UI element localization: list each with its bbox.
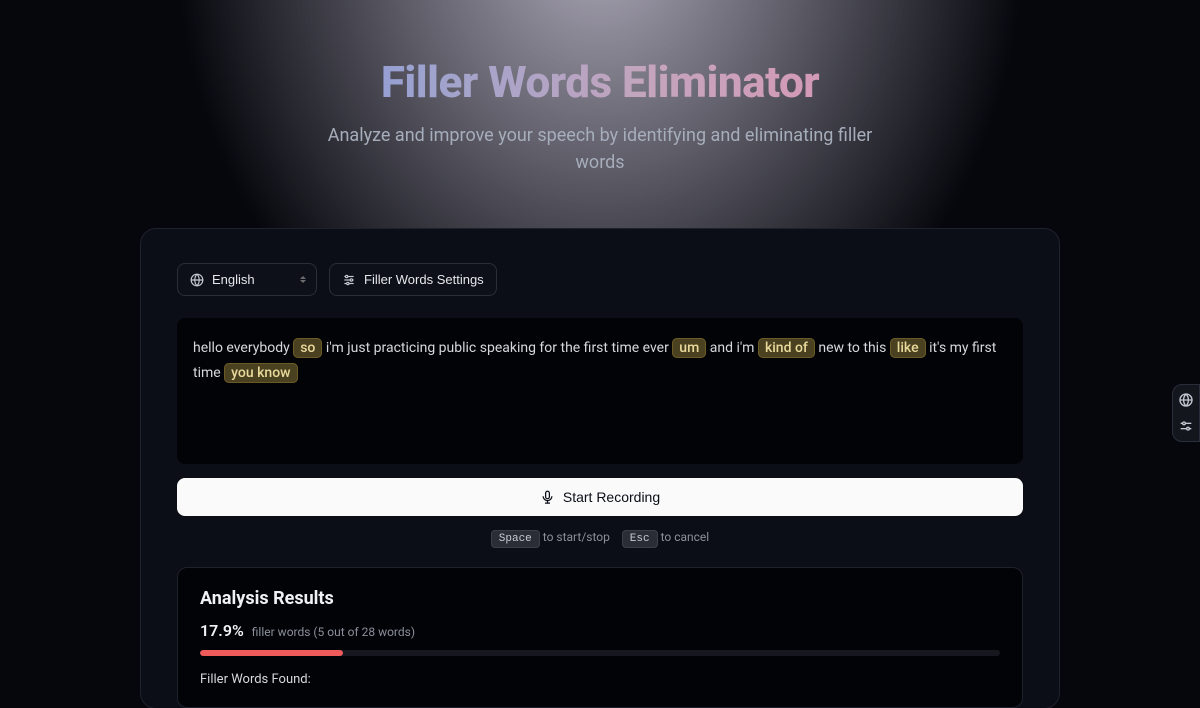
record-label: Start Recording [563, 489, 660, 505]
chevron-up-down-icon [300, 276, 306, 283]
esc-label: to cancel [658, 530, 710, 544]
filler-settings-button[interactable]: Filler Words Settings [329, 263, 497, 296]
transcript-text: hello everybody [193, 340, 293, 356]
globe-tool-button[interactable] [1177, 391, 1195, 409]
filler-word: um [672, 338, 706, 358]
filler-word: so [293, 338, 322, 358]
progress-bar [200, 650, 1000, 656]
start-recording-button[interactable]: Start Recording [177, 478, 1023, 516]
filler-summary: filler words (5 out of 28 words) [252, 625, 415, 639]
filler-word: kind of [758, 338, 815, 358]
filler-word: like [890, 338, 926, 358]
esc-key: Esc [622, 530, 658, 548]
transcript-text: i'm just practicing public speaking for … [322, 340, 672, 356]
filler-found-label: Filler Words Found: [200, 672, 1000, 687]
page-subtitle: Analyze and improve your speech by ident… [320, 122, 880, 176]
transcript-text: new to this [815, 340, 890, 356]
space-key: Space [491, 530, 540, 548]
sliders-icon [342, 273, 356, 287]
settings-tool-button[interactable] [1177, 417, 1195, 435]
language-icon [190, 273, 204, 287]
transcript-text: and i'm [706, 340, 758, 356]
progress-fill [200, 650, 343, 656]
filler-word: you know [224, 363, 297, 383]
page-title: Filler Words Eliminator [140, 56, 1060, 108]
transcript-area: hello everybody so i'm just practicing p… [177, 318, 1023, 464]
microphone-icon [540, 490, 555, 505]
space-label: to start/stop [540, 530, 610, 544]
main-card: English Filler Words Settings hello ever… [140, 228, 1060, 708]
shortcuts-hint: Space to start/stop Esc to cancel [177, 530, 1023, 545]
analysis-results: Analysis Results 17.9% filler words (5 o… [177, 567, 1023, 708]
language-select[interactable]: English [177, 263, 317, 296]
language-value: English [212, 272, 255, 287]
controls-row: English Filler Words Settings [177, 263, 1023, 296]
floating-toolbar [1172, 384, 1200, 442]
results-title: Analysis Results [200, 588, 1000, 609]
filler-percentage: 17.9% [200, 621, 244, 640]
settings-label: Filler Words Settings [364, 272, 484, 287]
